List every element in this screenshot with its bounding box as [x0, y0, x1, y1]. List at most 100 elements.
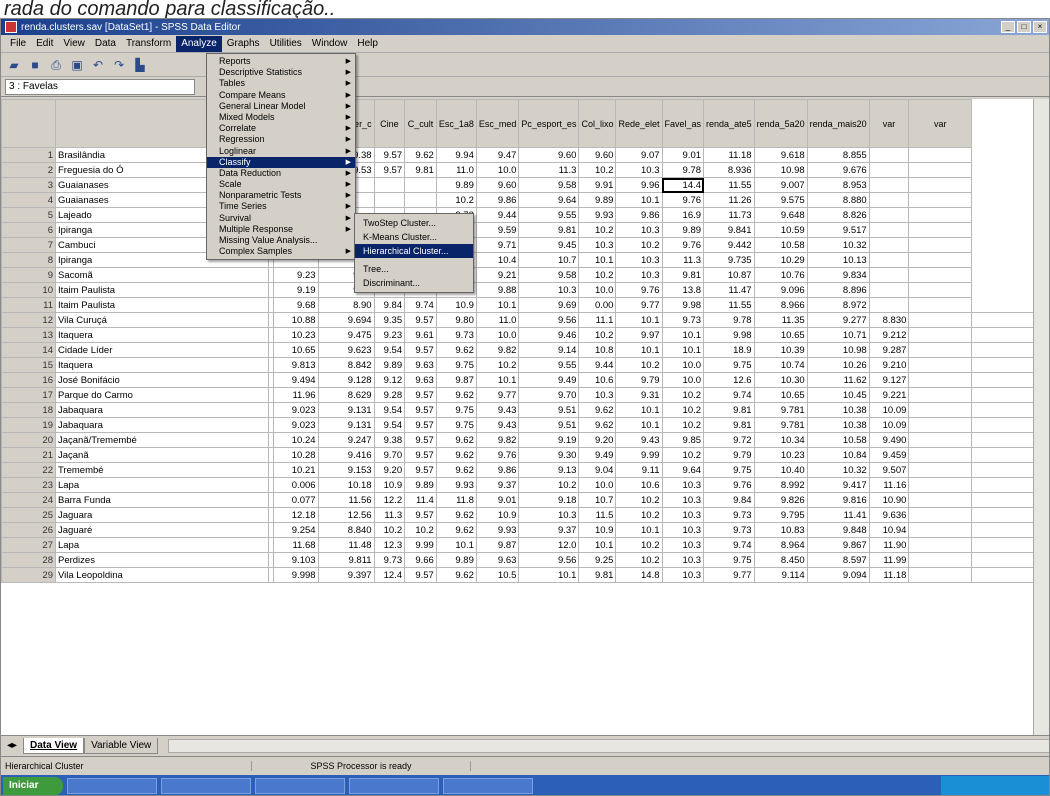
menu-utilities[interactable]: Utilities	[265, 36, 307, 52]
data-cell[interactable]: 0.006	[273, 477, 319, 493]
undo-icon[interactable]: ↶	[89, 56, 107, 74]
data-cell[interactable]: 10.0	[475, 327, 520, 343]
data-cell[interactable]: 9.86	[475, 462, 520, 478]
data-cell[interactable]: 10.13	[806, 252, 870, 268]
data-cell[interactable]: 9.76	[703, 477, 755, 493]
data-cell[interactable]: 10.3	[661, 492, 705, 508]
empty-cell[interactable]	[908, 222, 973, 238]
data-cell[interactable]: 9.60	[518, 147, 580, 163]
data-cell[interactable]: 9.81	[518, 222, 580, 238]
data-cell[interactable]: 10.18	[317, 477, 375, 493]
data-cell[interactable]: 9.89	[435, 552, 477, 568]
data-cell[interactable]: 9.73	[373, 552, 406, 568]
data-cell[interactable]: 9.89	[404, 477, 437, 493]
menu-graphs[interactable]: Graphs	[222, 36, 265, 52]
data-cell[interactable]: 11.5	[578, 507, 617, 523]
data-cell[interactable]: 9.44	[578, 357, 617, 373]
data-cell[interactable]: 9.19	[273, 282, 319, 298]
cell-bairro[interactable]: Vila Curuçá	[54, 312, 270, 328]
empty-cell[interactable]	[868, 267, 910, 283]
data-cell[interactable]: 9.68	[273, 297, 319, 313]
data-cell[interactable]: 9.81	[578, 567, 617, 583]
row-number[interactable]: 24	[1, 492, 56, 508]
data-cell[interactable]: 9.70	[518, 387, 580, 403]
data-cell[interactable]: 9.88	[475, 282, 520, 298]
data-cell[interactable]: 9.38	[373, 432, 406, 448]
cell-bairro[interactable]: Jabaquara	[54, 417, 270, 433]
minimize-icon[interactable]: _	[1001, 21, 1015, 33]
data-cell[interactable]: 9.77	[703, 567, 755, 583]
print-icon[interactable]: ⎙	[47, 56, 65, 74]
data-cell[interactable]: 9.62	[435, 387, 477, 403]
empty-cell[interactable]	[908, 252, 973, 268]
data-cell[interactable]: 9.81	[661, 267, 705, 283]
data-cell[interactable]: 9.79	[615, 372, 663, 388]
empty-cell[interactable]	[971, 327, 1035, 343]
data-cell[interactable]: 10.40	[753, 462, 808, 478]
data-cell[interactable]: 11.56	[317, 492, 375, 508]
empty-cell[interactable]	[868, 282, 910, 298]
empty-cell[interactable]	[908, 492, 973, 508]
row-number[interactable]: 29	[1, 567, 56, 583]
data-cell[interactable]: 12.18	[273, 507, 319, 523]
data-cell[interactable]: 9.62	[578, 402, 617, 418]
data-cell[interactable]: 9.25	[578, 552, 617, 568]
data-cell[interactable]: 9.11	[615, 462, 663, 478]
data-cell[interactable]: 9.72	[703, 432, 755, 448]
data-cell[interactable]: 9.57	[404, 417, 437, 433]
data-cell[interactable]: 9.54	[373, 342, 406, 358]
data-cell[interactable]: 9.93	[475, 522, 520, 538]
taskbar-button[interactable]	[255, 778, 345, 794]
cell-bairro[interactable]: Tremembé	[54, 462, 270, 478]
data-cell[interactable]: 11.26	[703, 192, 755, 208]
column-header[interactable]: Favel_as	[661, 99, 705, 148]
empty-cell[interactable]	[971, 537, 1035, 553]
data-cell[interactable]: 9.75	[435, 417, 477, 433]
data-cell[interactable]: 9.811	[317, 552, 375, 568]
data-cell[interactable]: 9.37	[518, 522, 580, 538]
empty-cell[interactable]	[971, 492, 1035, 508]
column-header[interactable]: Cine	[373, 99, 406, 148]
save-icon[interactable]: ■	[26, 56, 44, 74]
data-cell[interactable]: 9.94	[435, 147, 477, 163]
data-cell[interactable]: 9.57	[404, 462, 437, 478]
data-cell[interactable]: 8.966	[753, 297, 808, 313]
empty-cell[interactable]	[971, 507, 1035, 523]
data-cell[interactable]: 10.23	[753, 447, 808, 463]
data-cell[interactable]: 9.287	[868, 342, 910, 358]
data-cell[interactable]: 10.2	[661, 387, 705, 403]
menu-item-complex-samples[interactable]: Complex Samples ▶	[207, 246, 355, 257]
data-cell[interactable]: 8.629	[317, 387, 375, 403]
data-cell[interactable]: 9.416	[317, 447, 375, 463]
empty-cell[interactable]	[971, 312, 1035, 328]
data-cell[interactable]: 9.30	[518, 447, 580, 463]
data-cell[interactable]: 10.09	[868, 402, 910, 418]
data-cell[interactable]: 10.39	[753, 342, 808, 358]
data-cell[interactable]: 10.2	[578, 327, 617, 343]
data-cell[interactable]: 8.830	[868, 312, 910, 328]
data-cell[interactable]: 9.676	[806, 162, 870, 178]
data-cell[interactable]: 9.54	[373, 402, 406, 418]
data-cell[interactable]: 10.9	[373, 477, 406, 493]
empty-cell[interactable]	[908, 147, 973, 163]
data-cell[interactable]: 9.82	[475, 432, 520, 448]
data-cell[interactable]: 9.74	[404, 297, 437, 313]
data-cell[interactable]: 8.855	[806, 147, 870, 163]
cell-bairro[interactable]: Itaquera	[54, 357, 270, 373]
data-cell[interactable]: 9.57	[404, 447, 437, 463]
data-cell[interactable]: 9.74	[703, 537, 755, 553]
menu-item-general-linear-model[interactable]: General Linear Model ▶	[207, 101, 355, 112]
column-header[interactable]: Esc_med	[475, 99, 520, 148]
data-cell[interactable]: 11.18	[703, 147, 755, 163]
data-cell[interactable]: 9.87	[435, 372, 477, 388]
data-cell[interactable]: 9.826	[753, 492, 808, 508]
data-cell[interactable]: 10.21	[273, 462, 319, 478]
empty-cell[interactable]	[908, 342, 973, 358]
data-cell[interactable]: 9.57	[404, 507, 437, 523]
data-cell[interactable]: 9.12	[373, 372, 406, 388]
data-cell[interactable]: 9.89	[661, 222, 705, 238]
data-cell[interactable]: 9.507	[868, 462, 910, 478]
data-cell[interactable]: 10.26	[806, 357, 870, 373]
row-number[interactable]: 26	[1, 522, 56, 538]
data-cell[interactable]: 10.34	[753, 432, 808, 448]
